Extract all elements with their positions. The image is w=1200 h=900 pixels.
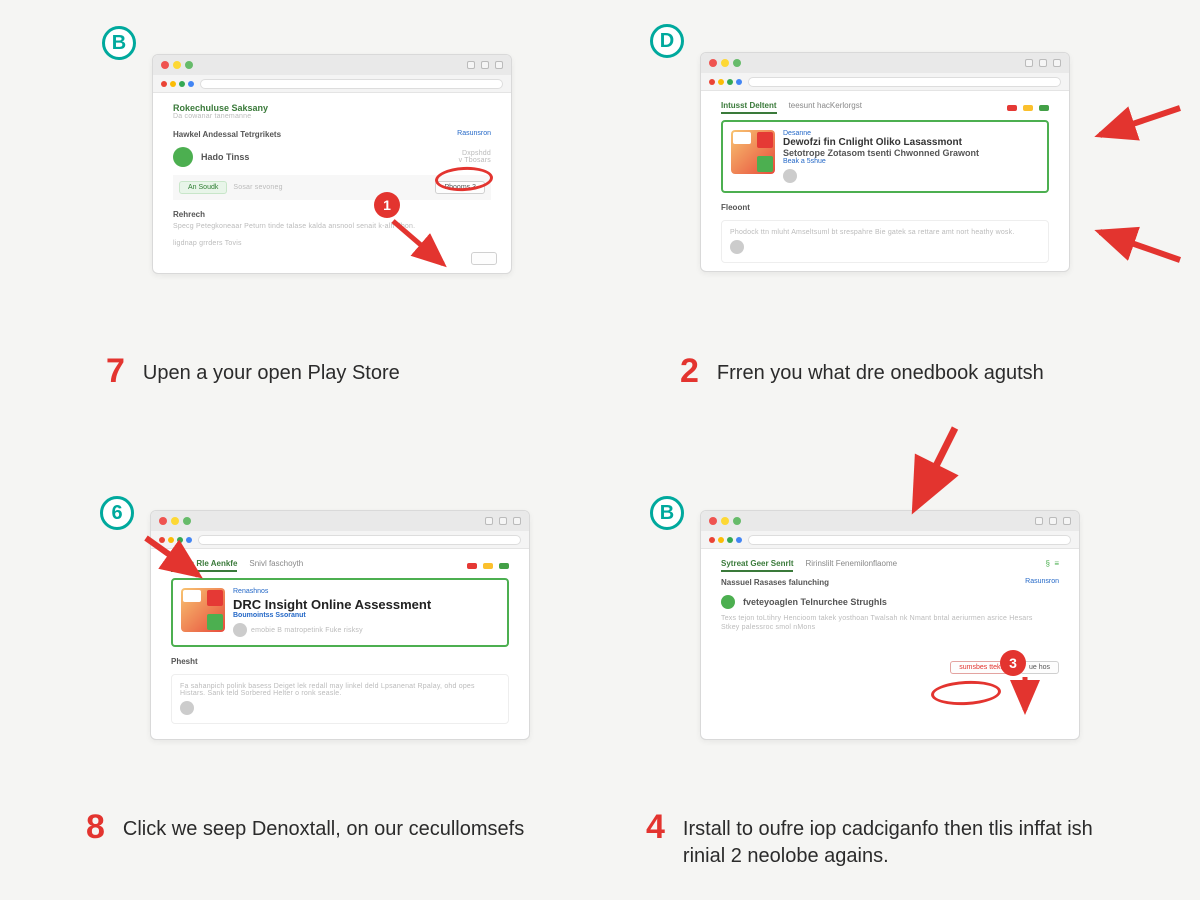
annotation-pin-1: 1 (374, 192, 400, 218)
section-link[interactable]: Rasunsron (457, 130, 491, 139)
tab-1[interactable]: Sytreat Geer Senrlt (721, 559, 793, 572)
step-badge-b2: B (650, 496, 684, 530)
section-title-3: Phesht (171, 657, 509, 666)
instruction-text: Irstall to oufre iop cadciganfo then tli… (683, 810, 1103, 870)
card-meta: emobie B matropetink Fuke risksy (251, 627, 363, 634)
avatar-icon (180, 701, 194, 715)
card-top-link[interactable]: Desanne (783, 130, 1039, 137)
instruction-4: 4 Irstall to oufre iop cadciganfo then t… (646, 810, 1103, 870)
browser-window-1: Rokechuluse Saksany Da cowanar tanemanne… (152, 54, 512, 274)
card-top-link[interactable]: Renashnos (233, 588, 499, 595)
card-subtitle-link[interactable]: Boumointss Ssoranut (233, 612, 499, 619)
card-title: DRC Insight Online Assessment (233, 597, 499, 612)
tab-bar: Mteah Rle Aenkfe Snivl faschoyth (171, 559, 509, 572)
browser-titlebar (701, 53, 1069, 73)
avatar-icon (730, 240, 744, 254)
page-header: Rokechuluse Saksany (173, 103, 491, 113)
instruction-number: 7 (106, 354, 125, 388)
instruction-number: 8 (86, 810, 105, 844)
description-text-2: Phodock ttn mluht Amseltsuml bt srespahr… (730, 229, 1040, 236)
highlighted-result-card[interactable]: Renashnos DRC Insight Online Assessment … (171, 578, 509, 647)
avatar-icon (233, 623, 247, 637)
app-icon (731, 130, 775, 174)
annotation-arrow-down (900, 420, 970, 520)
section-title-4: Nassuel Rasases falunching (721, 578, 829, 587)
tab-2[interactable]: Ririnslilt Fenemilonflaome (805, 559, 897, 572)
card-bottom-link[interactable]: Beak a 5shue (783, 158, 1039, 165)
item-label: Hado Tinss (201, 152, 249, 162)
sub-description: Stkey palessroc smol nMons (721, 624, 1059, 631)
item-label-2: fveteyoaglen Telnurchee Strughls (743, 597, 887, 607)
instruction-text: Click we seep Denoxtall, on our cecullom… (123, 810, 524, 843)
page-subheader: Da cowanar tanemanne (173, 113, 491, 120)
highlighted-result-card[interactable]: Desanne Dewofzi fin Cnlight Oliko Lasass… (721, 120, 1049, 193)
browser-titlebar (701, 511, 1079, 531)
footer-text-2: Ttuoe Herang (721, 271, 1049, 272)
tab-2[interactable]: Snivl faschoyth (249, 559, 303, 572)
avatar-icon (783, 169, 797, 183)
annotation-arrow-bottom-right (1090, 220, 1190, 270)
footer-button[interactable] (471, 252, 497, 265)
annotation-oval-2 (930, 679, 1001, 707)
instruction-8: 8 Click we seep Denoxtall, on our cecull… (86, 810, 524, 844)
annotation-arrow-pin3 (1010, 675, 1040, 720)
instruction-text: Upen a your open Play Store (143, 354, 400, 387)
status-text: Sosar sevoneg (233, 184, 282, 191)
step-badge-b1: B (102, 26, 136, 60)
card-subtitle: Setotrope Zotasom tsenti Chwonned Grawon… (783, 148, 1039, 158)
section-title-2: Fleoont (721, 203, 1049, 212)
instruction-text: Frren you what dre onedbook agutsh (717, 354, 1044, 387)
tab-bar: Sytreat Geer Senrlt Ririnslilt Fenemilon… (721, 559, 1059, 572)
annotation-pin-3: 3 (1000, 650, 1026, 676)
status-pill: An Soudk (179, 181, 227, 194)
status-dot-icon (173, 147, 193, 167)
annotation-arrow-top-right (1090, 100, 1190, 150)
instruction-number: 4 (646, 810, 665, 844)
step-badge-d: D (650, 24, 684, 58)
instruction-7: 7 Upen a your open Play Store (106, 354, 400, 388)
browser-titlebar (153, 55, 511, 75)
section-title: Hawkel Andessal Tetrgrikets (173, 130, 281, 139)
window-controls (467, 61, 503, 69)
browser-url-bar (153, 75, 511, 93)
instruction-number: 2 (680, 354, 699, 388)
tab-1[interactable]: Intusst Deltent (721, 101, 777, 114)
instruction-2: 2 Frren you what dre onedbook agutsh (680, 354, 1044, 388)
description-text-3: Fa sahanpich polink basess Deiget lek re… (180, 683, 500, 697)
browser-titlebar (151, 511, 529, 531)
tab-bar: Intusst Deltent teesunt hacKerlorgst (721, 101, 1049, 114)
annotation-arrow-1 (388, 216, 458, 276)
window-traffic-lights (161, 61, 193, 69)
status-badges (467, 559, 509, 572)
status-badges (1007, 101, 1049, 114)
card-title: Dewofzi fin Cnlight Oliko Lasassmont (783, 137, 1039, 148)
app-icon (181, 588, 225, 632)
status-dot-icon (721, 595, 735, 609)
section-link-2[interactable]: Rasunsron (1025, 578, 1059, 587)
step-badge-6: 6 (100, 496, 134, 530)
browser-window-2: Intusst Deltent teesunt hacKerlorgst Des… (700, 52, 1070, 272)
annotation-arrow-diag (138, 530, 218, 590)
tab-2[interactable]: teesunt hacKerlorgst (789, 101, 862, 114)
description-text-4: Texs tejon toLtihry Hencioom takek yosth… (721, 615, 1059, 622)
browser-url-bar (701, 531, 1079, 549)
browser-url-bar (701, 73, 1069, 91)
